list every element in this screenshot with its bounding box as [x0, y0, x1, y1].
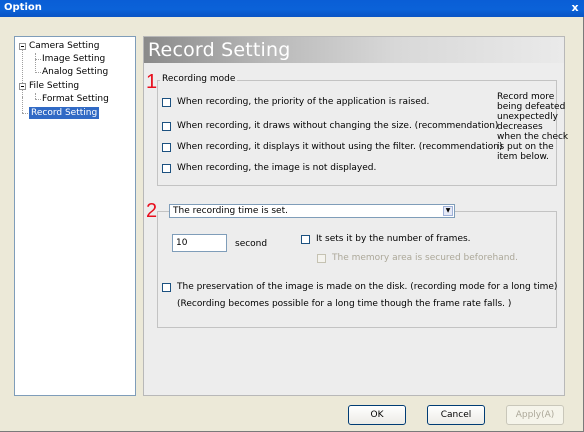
- checkbox-icon[interactable]: [162, 282, 171, 292]
- disk-label: The preservation of the image is made on…: [177, 282, 558, 292]
- option-no-filter[interactable]: When recording, it displays it without u…: [162, 142, 502, 154]
- title-bar: Option x: [0, 0, 584, 17]
- tree-item-camera-setting[interactable]: Camera Setting: [29, 40, 99, 52]
- option-label: When recording, it displays it without u…: [177, 142, 503, 152]
- tree-item-analog-setting[interactable]: Analog Setting: [42, 66, 108, 78]
- tree-item-format-setting[interactable]: Format Setting: [42, 93, 109, 105]
- cancel-button[interactable]: Cancel: [427, 405, 485, 425]
- window-title: Option: [4, 2, 42, 13]
- memory-label: The memory area is secured beforehand.: [332, 253, 518, 263]
- settings-tree: Camera Setting Image Setting Analog Sett…: [14, 36, 136, 396]
- checkbox-icon[interactable]: [162, 142, 171, 152]
- memory-option: The memory area is secured beforehand.: [317, 253, 518, 265]
- recording-time-input[interactable]: 10: [172, 234, 227, 252]
- frames-option[interactable]: It sets it by the number of frames.: [301, 234, 471, 246]
- recording-time-group: [157, 211, 557, 328]
- checkbox-icon[interactable]: [162, 97, 171, 107]
- checkbox-icon[interactable]: [162, 121, 171, 131]
- disk-note: (Recording becomes possible for a long t…: [177, 299, 512, 309]
- option-image-hidden[interactable]: When recording, the image is not display…: [162, 163, 376, 175]
- collapse-icon[interactable]: [19, 83, 26, 90]
- option-label: When recording, the priority of the appl…: [177, 97, 430, 107]
- checkbox-icon[interactable]: [162, 163, 171, 173]
- page-title: Record Setting: [148, 39, 291, 61]
- panel-header: Record Setting: [144, 37, 564, 63]
- frames-label: It sets it by the number of frames.: [316, 234, 471, 244]
- option-no-resize[interactable]: When recording, it draws without changin…: [162, 121, 498, 133]
- option-label: When recording, the image is not display…: [177, 163, 377, 173]
- option-label: When recording, it draws without changin…: [177, 121, 499, 131]
- recording-mode-legend: Recording mode: [160, 74, 238, 84]
- checkbox-icon: [317, 253, 326, 263]
- apply-button[interactable]: Apply(A): [506, 405, 564, 425]
- checkbox-icon[interactable]: [301, 234, 310, 244]
- chevron-down-icon[interactable]: ▼: [443, 206, 453, 216]
- disk-option[interactable]: The preservation of the image is made on…: [162, 282, 557, 294]
- recording-mode-note: Record more being defeated unexpectedly …: [497, 92, 569, 162]
- tree-item-file-setting[interactable]: File Setting: [29, 80, 79, 92]
- step-number-1: 1: [146, 71, 158, 93]
- tree-item-image-setting[interactable]: Image Setting: [42, 53, 105, 65]
- close-icon[interactable]: x: [569, 2, 581, 14]
- time-unit-label: second: [235, 239, 268, 249]
- select-value: The recording time is set.: [173, 206, 288, 216]
- recording-mode-select[interactable]: The recording time is set. ▼: [169, 204, 455, 218]
- option-dialog: Option x Camera Setting Image Setting An…: [0, 0, 584, 432]
- ok-button[interactable]: OK: [348, 405, 406, 425]
- collapse-icon[interactable]: [19, 43, 26, 50]
- tree-item-record-setting[interactable]: Record Setting: [29, 107, 100, 119]
- step-number-2: 2: [146, 200, 158, 222]
- option-priority-raised[interactable]: When recording, the priority of the appl…: [162, 97, 429, 109]
